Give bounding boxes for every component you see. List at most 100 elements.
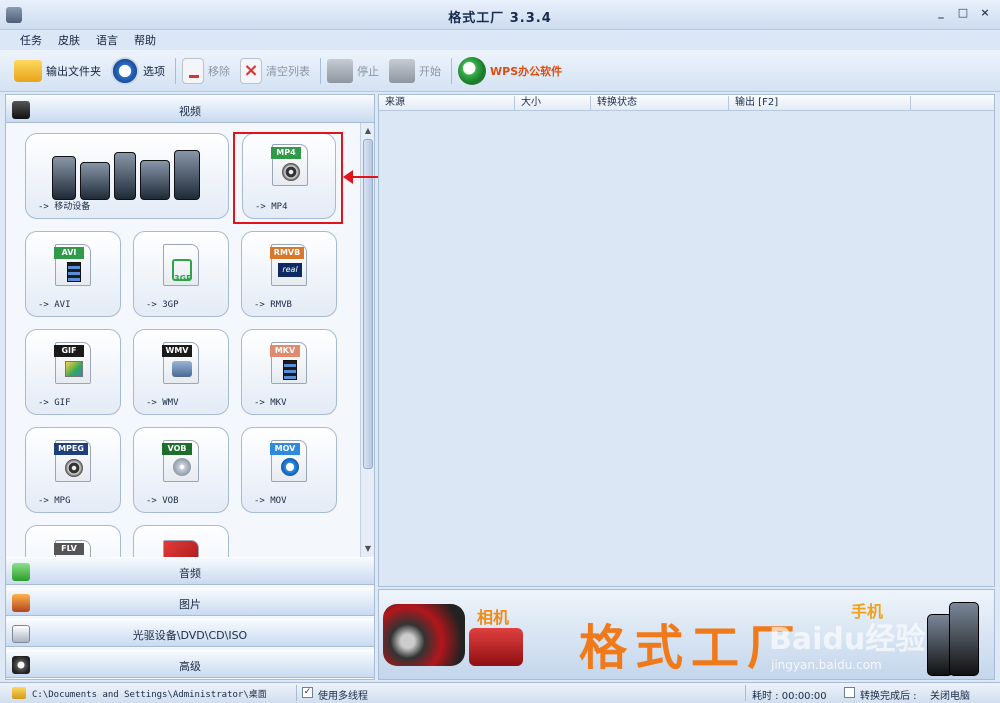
output-folder-button[interactable]: 输出文件夹 [14,59,101,82]
task-table-header: 来源 大小 转换状态 输出 [F2] [379,95,994,111]
gear-icon [111,56,139,85]
3gp-icon: 3GP [163,244,199,286]
tile-rmvb-label: -> RMVB [254,300,292,310]
baidu-watermark-url: jingyan.baidu.com [771,658,882,672]
phone-label: 手机 [851,602,884,621]
tile-vob[interactable]: VOB -> VOB [133,427,229,513]
tile-gif-label: -> GIF [38,398,71,408]
column-size[interactable]: 大小 [515,96,591,110]
camera-label: 相机 [477,608,510,627]
output-path: C:\Documents and Settings\Administrator\… [32,690,267,700]
tile-mkv-label: -> MKV [254,398,287,408]
wmv-icon: WMV [162,342,199,384]
maximize-button[interactable]: □ [956,6,970,20]
vob-icon: VOB [162,440,199,482]
camera-icon [469,628,523,666]
remove-label: 移除 [208,64,230,78]
category-video[interactable]: 视频 [6,95,374,123]
menu-bar: 任务 皮肤 语言 帮助 [0,30,1000,50]
wps-button[interactable]: WPS办公软件 [458,56,563,85]
mp4-highlight-box [233,132,343,224]
tile-mov[interactable]: MOV -> MOV [241,427,337,513]
camcorder-icon [383,604,465,666]
category-audio-label: 音频 [179,567,201,580]
menu-language[interactable]: 语言 [96,32,118,48]
clear-icon: × [240,57,262,84]
mov-icon: MOV [270,440,307,482]
tile-wmv[interactable]: WMV -> WMV [133,329,229,415]
menu-skin[interactable]: 皮肤 [58,32,80,48]
tile-rmvb[interactable]: RMVB real -> RMVB [241,231,337,317]
tile-mov-label: -> MOV [254,496,287,506]
after-convert-checkbox[interactable] [844,687,855,698]
tile-3gp-label: -> 3GP [146,300,179,310]
promo-banner[interactable]: 相机 格式工厂 Baidu经验 jingyan.baidu.com 手机 [378,589,995,680]
rmvb-icon: RMVB real [270,244,307,286]
category-picture[interactable]: 图片 [6,588,374,616]
task-list-panel[interactable]: 来源 大小 转换状态 输出 [F2] [378,94,995,587]
category-rom-label: 光驱设备\DVD\CD\ISO [132,629,248,642]
close-button[interactable]: × [978,6,992,20]
after-convert-action[interactable]: 关闭电脑 [930,687,970,702]
stop-label: 停止 [357,64,379,78]
remove-icon [182,57,204,84]
options-label: 选项 [143,64,165,78]
toolbar-separator [320,57,321,84]
tile-avi[interactable]: AVI -> AVI [25,231,121,317]
mobile-devices-icon [52,142,202,200]
status-separator [745,685,746,701]
options-button[interactable]: 选项 [111,56,165,85]
start-icon [389,58,415,83]
baidu-watermark: Baidu经验 [769,622,926,657]
column-source[interactable]: 来源 [379,96,515,110]
column-status[interactable]: 转换状态 [591,96,729,110]
column-output[interactable]: 输出 [F2] [729,96,911,110]
start-label: 开始 [419,64,441,78]
scroll-up-icon[interactable]: ▲ [362,125,374,137]
toolbar-separator [175,57,176,84]
start-button[interactable]: 开始 [389,58,441,83]
wps-icon [458,56,486,85]
folder-icon [14,59,42,82]
tile-mobile-device[interactable]: -> 移动设备 [25,133,229,219]
flv-icon: FLV [54,540,91,557]
mpg-icon: MPEG [54,440,91,482]
output-folder-label: 输出文件夹 [46,64,101,78]
mkv-icon: MKV [270,342,307,384]
phones-icon [927,600,991,676]
scroll-thumb[interactable] [363,139,373,469]
tile-mpg-label: -> MPG [38,496,71,506]
tile-flv[interactable]: FLV [25,525,121,557]
tile-mkv[interactable]: MKV -> MKV [241,329,337,415]
multithread-checkbox[interactable]: ✓ [302,687,313,698]
grid-scrollbar[interactable]: ▲ ▼ [360,123,374,557]
menu-task[interactable]: 任务 [20,32,42,48]
category-advanced-label: 高级 [179,660,201,673]
tile-avi-label: -> AVI [38,300,71,310]
category-advanced[interactable]: 高级 [6,650,374,678]
gif-icon: GIF [54,342,91,384]
status-bar: C:\Documents and Settings\Administrator\… [0,682,1000,703]
tile-wmv-label: -> WMV [146,398,179,408]
stop-button[interactable]: 停止 [327,58,379,83]
flash-icon [163,540,199,557]
minimize-button[interactable]: _ [934,6,948,20]
tile-mpg[interactable]: MPEG -> MPG [25,427,121,513]
toolbar-separator [451,57,452,84]
tile-gif[interactable]: GIF -> GIF [25,329,121,415]
category-audio[interactable]: 音频 [6,557,374,585]
remove-button[interactable]: 移除 [182,57,230,84]
tile-swf[interactable] [133,525,229,557]
window-title: 格式工厂 3.3.4 [448,11,552,26]
output-folder-icon[interactable] [12,687,26,699]
tile-3gp[interactable]: 3GP -> 3GP [133,231,229,317]
status-separator [296,685,297,701]
wps-label: WPS办公软件 [490,64,563,78]
scroll-down-icon[interactable]: ▼ [362,543,374,555]
category-rom[interactable]: 光驱设备\DVD\CD\ISO [6,619,374,647]
clear-list-button[interactable]: × 清空列表 [240,57,310,84]
clear-list-label: 清空列表 [266,64,310,78]
menu-help[interactable]: 帮助 [134,32,156,48]
category-picture-label: 图片 [179,598,201,611]
window-controls: _ □ × [934,6,992,20]
